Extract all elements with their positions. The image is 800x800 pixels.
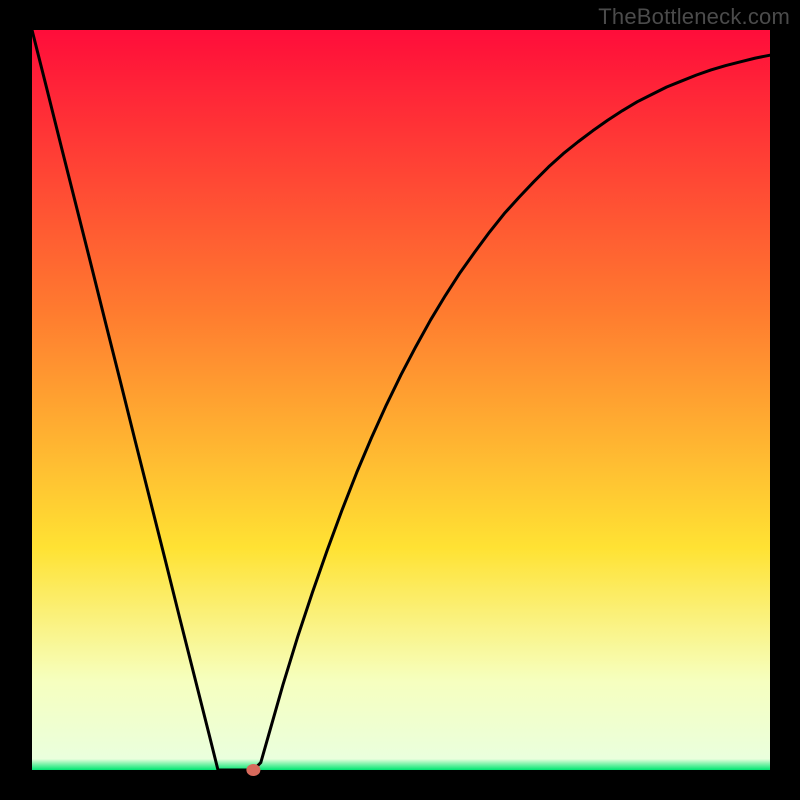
minimum-marker-dot — [246, 764, 260, 776]
chart-frame: TheBottleneck.com — [0, 0, 800, 800]
watermark-text: TheBottleneck.com — [598, 4, 790, 30]
bottleneck-chart — [0, 0, 800, 800]
gradient-background — [32, 30, 770, 770]
